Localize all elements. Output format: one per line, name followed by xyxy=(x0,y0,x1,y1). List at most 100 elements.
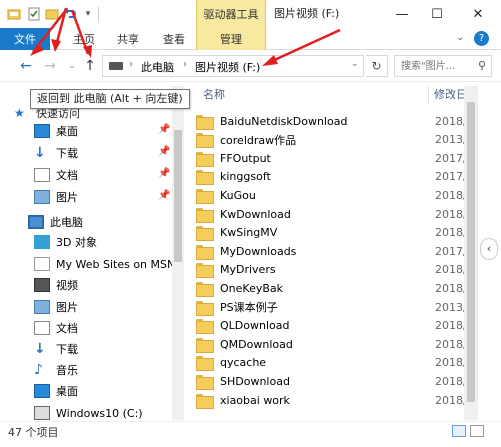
window-title: 图片视频 (F:) xyxy=(274,7,340,20)
star-icon: ★ xyxy=(14,106,25,120)
nav-label: Windows10 (C:) xyxy=(56,406,143,420)
desktop-icon xyxy=(34,384,50,398)
nav-label: 图片 xyxy=(56,301,78,314)
content-scrollbar-thumb[interactable] xyxy=(467,102,475,402)
qat-dropdown-icon[interactable]: ▾ xyxy=(80,5,96,23)
nav-item-music[interactable]: ♪ 音乐 xyxy=(34,359,186,381)
file-row[interactable]: QMDownload 2018/ xyxy=(196,335,467,353)
minimize-button[interactable]: — xyxy=(383,0,421,28)
nav-item-windows-drive[interactable]: Windows10 (C:) xyxy=(34,402,186,421)
nav-item-downloads[interactable]: ↓ 下载 xyxy=(34,338,186,360)
close-button[interactable]: ✕ xyxy=(459,0,497,28)
file-row[interactable]: OneKeyBak 2018/ xyxy=(196,279,467,297)
recent-locations-button[interactable]: ⌄ xyxy=(62,56,82,76)
folder-icon xyxy=(196,337,214,353)
file-date: 2013/ xyxy=(435,133,467,147)
properties-icon[interactable] xyxy=(26,5,42,23)
file-name: QMDownload xyxy=(220,337,293,351)
file-date: 2018/ xyxy=(435,319,467,333)
folder-icon xyxy=(196,133,214,149)
file-row[interactable]: KuGou 2018/ xyxy=(196,186,467,204)
tab-file[interactable]: 文件 xyxy=(0,28,50,50)
file-row[interactable]: FFOutput 2017/ xyxy=(196,149,467,167)
back-button[interactable]: ← xyxy=(16,56,36,76)
pictures-icon xyxy=(34,300,50,314)
file-name: KwSingMV xyxy=(220,226,278,240)
file-row[interactable]: MyDrivers 2018/ xyxy=(196,261,467,279)
folder-icon xyxy=(196,263,214,279)
nav-this-pc[interactable]: 此电脑 xyxy=(28,211,186,233)
nav-label: 此电脑 xyxy=(50,216,83,229)
file-date: 2018/ xyxy=(435,114,467,128)
help-button[interactable]: ? xyxy=(474,31,489,46)
file-row[interactable]: qycache 2018/ xyxy=(196,354,467,372)
breadcrumb-this-pc[interactable]: 此电脑 xyxy=(141,59,174,75)
collapse-pane-button[interactable]: ‹ xyxy=(480,238,498,260)
nav-item-3d-objects[interactable]: 3D 对象 xyxy=(34,231,186,253)
column-header-name[interactable]: 名称 xyxy=(203,84,225,106)
address-dropdown-icon[interactable]: ⌄ xyxy=(351,59,359,69)
breadcrumb-drive[interactable]: 图片视频 (F:) xyxy=(195,59,260,75)
nav-label: 下载 xyxy=(56,147,78,160)
nav-item-desktop[interactable]: 桌面 xyxy=(34,380,186,402)
file-row[interactable]: kinggsoft 2017/ xyxy=(196,168,467,186)
download-icon: ↓ xyxy=(34,145,46,161)
folder-icon xyxy=(196,244,214,260)
file-row[interactable]: SHDownload 2018/ xyxy=(196,372,467,390)
search-box[interactable]: ⚲ xyxy=(394,55,492,77)
ribbon-expand-icon[interactable]: ⌄ xyxy=(456,32,464,43)
details-view-icon[interactable] xyxy=(452,425,466,437)
search-icon[interactable]: ⚲ xyxy=(478,59,486,72)
pin-icon[interactable]: 📌 xyxy=(158,146,170,157)
column-header-modified[interactable]: 修改日 xyxy=(434,84,467,106)
computer-icon xyxy=(28,215,44,229)
file-row[interactable]: MyDownloads 2017/ xyxy=(196,242,467,260)
breadcrumb-separator-icon: › xyxy=(183,59,187,70)
new-folder-icon[interactable] xyxy=(44,5,60,23)
nav-item-documents[interactable]: 文档 xyxy=(34,317,186,339)
content-scrollbar[interactable] xyxy=(464,86,478,420)
tab-share[interactable]: 共享 xyxy=(108,28,148,50)
tab-home[interactable]: 主页 xyxy=(64,28,104,50)
folder-icon xyxy=(196,393,214,409)
up-button[interactable]: ↑ xyxy=(80,56,100,76)
file-row[interactable]: KwSingMV 2018/ xyxy=(196,224,467,242)
file-row[interactable]: BaiduNetdiskDownload 2018/ xyxy=(196,112,467,130)
desktop-icon xyxy=(34,124,50,138)
nav-scrollbar[interactable] xyxy=(172,86,184,420)
file-row[interactable]: QLDownload 2018/ xyxy=(196,317,467,335)
undo-icon[interactable] xyxy=(62,5,78,23)
nav-label: My Web Sites on MSN xyxy=(56,257,176,271)
tab-view[interactable]: 查看 xyxy=(154,28,194,50)
nav-item-my-web-sites[interactable]: My Web Sites on MSN xyxy=(34,253,186,275)
file-name: BaiduNetdiskDownload xyxy=(220,114,348,128)
tab-manage[interactable]: 管理 xyxy=(196,28,266,50)
file-date: 2018/ xyxy=(435,356,467,370)
nav-item-pictures[interactable]: 图片 xyxy=(34,296,186,318)
file-date: 2018/ xyxy=(435,337,467,351)
file-date: 2018/ xyxy=(435,226,467,240)
address-bar[interactable]: › 此电脑 › 图片视频 (F:) ⌄ xyxy=(102,55,364,77)
pin-icon[interactable]: 📌 xyxy=(158,190,170,201)
pin-icon[interactable]: 📌 xyxy=(158,168,170,179)
nav-scrollbar-thumb[interactable] xyxy=(174,130,182,262)
large-icons-view-icon[interactable] xyxy=(470,425,484,437)
maximize-button[interactable]: ☐ xyxy=(418,0,456,28)
file-row[interactable]: coreldraw作品 2013/ xyxy=(196,131,467,149)
nav-label: 音乐 xyxy=(56,364,78,377)
file-name: FFOutput xyxy=(220,151,271,165)
nav-label: 桌面 xyxy=(56,125,78,138)
file-name: MyDrivers xyxy=(220,263,276,277)
column-divider[interactable] xyxy=(428,86,429,104)
search-input[interactable] xyxy=(395,56,473,76)
file-row[interactable]: xiaobai work 2018/ xyxy=(196,391,467,409)
refresh-button[interactable]: ↻ xyxy=(366,55,388,77)
file-row[interactable]: KwDownload 2018/ xyxy=(196,205,467,223)
forward-button[interactable]: → xyxy=(40,56,60,76)
file-name: PS课本例子 xyxy=(220,301,278,314)
file-row[interactable]: PS课本例子 2013/ xyxy=(196,298,467,316)
breadcrumb-separator-icon: › xyxy=(129,59,133,70)
file-date: 2018/ xyxy=(435,374,467,388)
pin-icon[interactable]: 📌 xyxy=(158,124,170,135)
nav-item-videos[interactable]: 视频 xyxy=(34,274,186,296)
